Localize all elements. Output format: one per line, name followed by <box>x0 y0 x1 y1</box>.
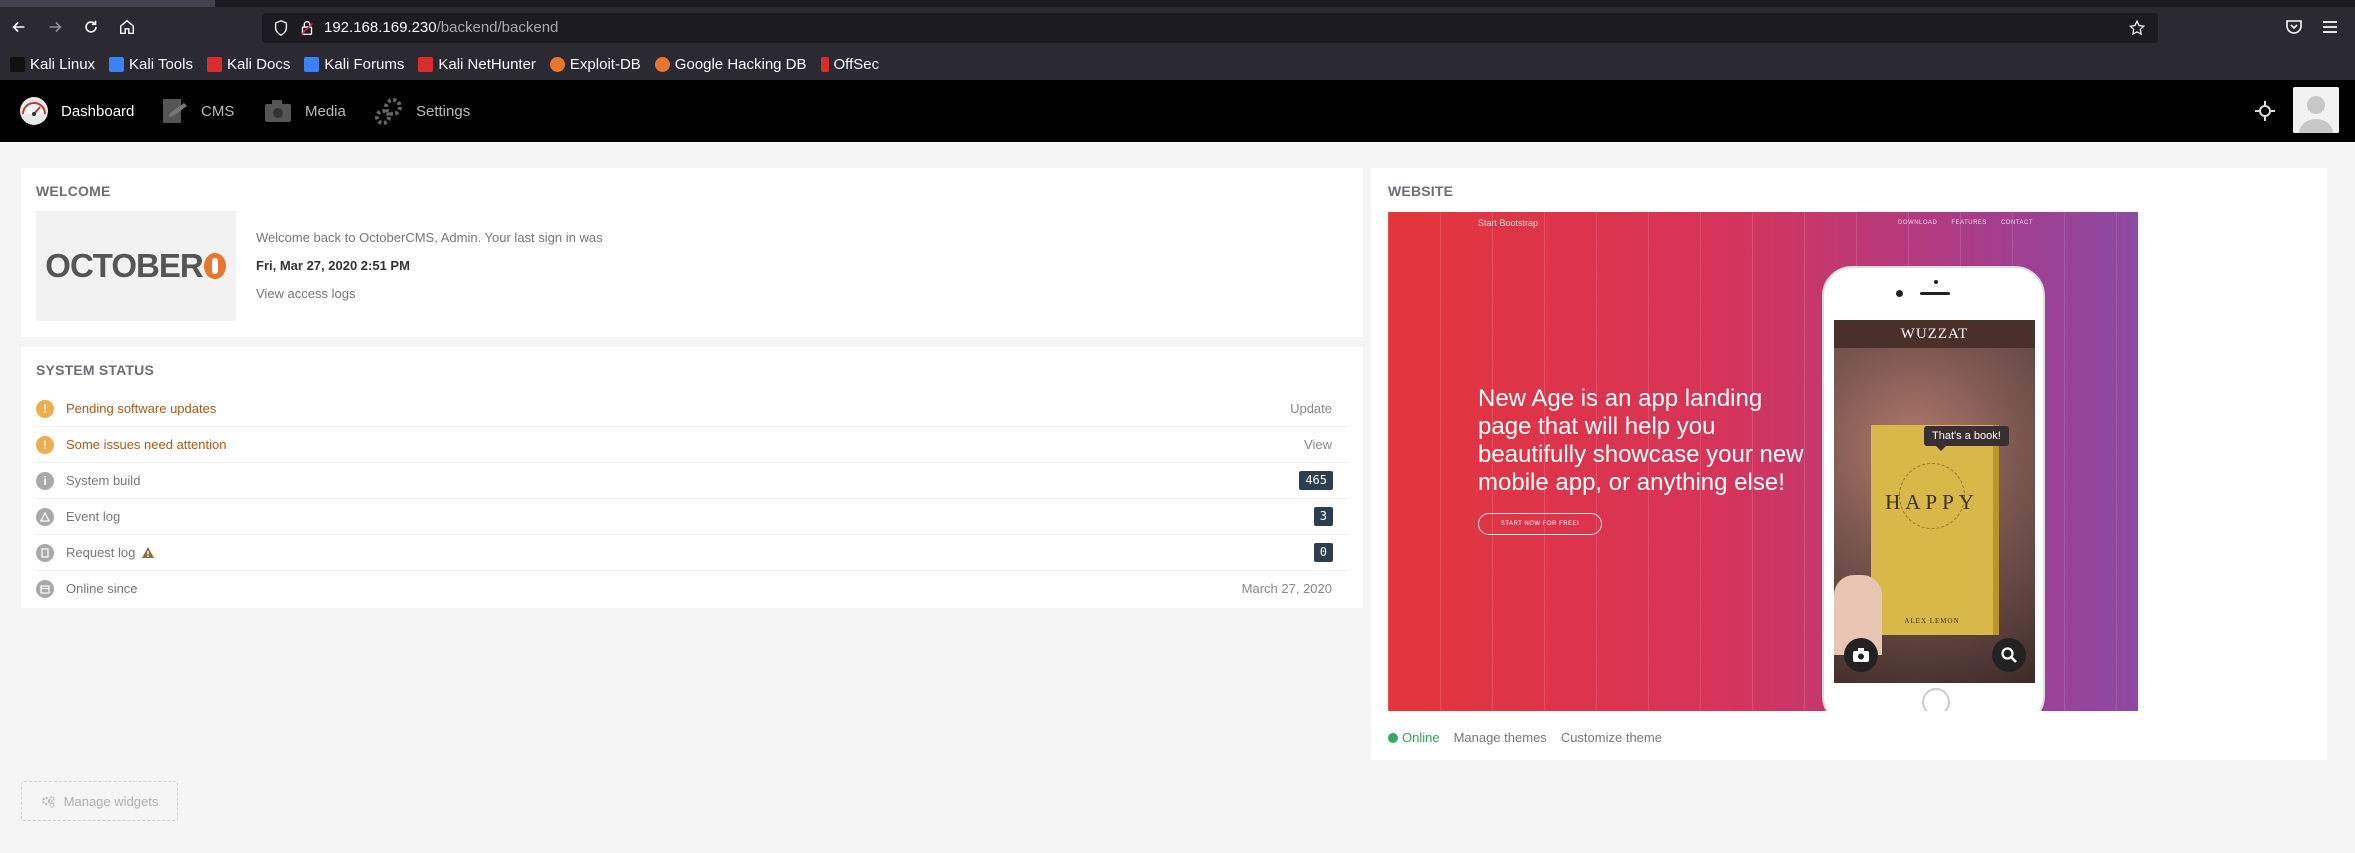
user-silhouette-icon <box>2293 87 2339 133</box>
welcome-message: Welcome back to OctoberCMS, Admin. Your … <box>256 230 603 245</box>
offsec-icon <box>820 56 829 72</box>
website-preview[interactable]: Start Bootstrap DOWNLOAD FEATURES CONTAC… <box>1388 212 2138 711</box>
book-image: HAPPY ALEX LEMON <box>1871 425 1999 635</box>
request-log-icon <box>36 544 54 562</box>
kali-forums-icon <box>304 56 320 72</box>
bookmark-star-icon[interactable] <box>2128 19 2146 37</box>
system-build-badge: 465 <box>1299 471 1333 490</box>
bookmarks-bar: Kali Linux Kali Tools Kali Docs Kali For… <box>0 52 879 76</box>
manage-themes-link[interactable]: Manage themes <box>1454 730 1547 745</box>
website-status-bar: Online Manage themes Customize theme <box>1388 730 1662 745</box>
address-bar[interactable]: 192.168.169.230/backend/backend <box>262 13 2158 43</box>
bookmark-kali-docs[interactable]: Kali Docs <box>206 56 290 73</box>
october-logo: OC TO BER <box>36 211 236 321</box>
october-logo-wordmark: OC TO BER <box>45 247 226 285</box>
warning-triangle-icon <box>142 547 155 558</box>
phone-camera <box>1896 290 1903 297</box>
cogs-icon <box>41 795 55 808</box>
kali-tools-icon <box>109 56 125 72</box>
phone-screen: WUZZAT HAPPY ALEX LEMON That's a book! <box>1834 320 2035 683</box>
warning-circle-icon: ! <box>36 400 54 418</box>
kali-docs-icon <box>206 56 222 72</box>
app-title-bar: WUZZAT <box>1834 320 2035 348</box>
nav-media[interactable]: Media <box>261 80 346 142</box>
bookmark-exploit-db[interactable]: Exploit-DB <box>549 56 641 73</box>
bookmark-offsec[interactable]: OffSec <box>820 56 879 73</box>
manage-widgets-button[interactable]: Manage widgets <box>21 781 178 821</box>
system-status-title: SYSTEM STATUS <box>36 362 154 378</box>
nav-dashboard[interactable]: Dashboard <box>17 80 134 142</box>
welcome-title: WELCOME <box>36 183 111 199</box>
bookmark-kali-nethunter[interactable]: Kali NetHunter <box>418 56 536 73</box>
nethunter-icon <box>418 56 434 72</box>
tab-strip <box>0 0 2355 7</box>
reload-icon[interactable] <box>80 16 102 38</box>
event-log-badge: 3 <box>1313 507 1333 526</box>
phone-home-button <box>1922 688 1950 711</box>
dashboard-gauge-icon <box>17 94 51 128</box>
camera-icon <box>1844 638 1878 672</box>
nav-cms[interactable]: CMS <box>157 80 234 142</box>
browser-toolbar: 192.168.169.230/backend/backend Kali Lin… <box>0 0 2355 80</box>
last-signin-date: Fri, Mar 27, 2020 2:51 PM <box>256 258 410 273</box>
phone-mockup: WUZZAT HAPPY ALEX LEMON That's a book! <box>1822 266 2045 711</box>
status-row-issues[interactable]: ! Some issues need attention View <box>36 427 1348 463</box>
info-circle-icon: i <box>36 472 54 490</box>
update-link[interactable]: Update <box>1290 401 1332 416</box>
event-log-icon <box>36 508 54 526</box>
online-dot-icon <box>1388 732 1398 743</box>
view-link[interactable]: View <box>1304 437 1332 452</box>
online-since-date: March 27, 2020 <box>1241 581 1332 596</box>
magnifier-icon <box>1992 638 2026 672</box>
preview-brand: Start Bootstrap <box>1478 218 1539 228</box>
url-text[interactable]: 192.168.169.230/backend/backend <box>324 19 558 37</box>
ghdb-icon <box>654 56 670 72</box>
user-avatar[interactable] <box>2293 87 2339 133</box>
insecure-lock-icon[interactable] <box>298 19 316 37</box>
customize-theme-link[interactable]: Customize theme <box>1561 730 1662 745</box>
settings-gears-icon <box>372 94 406 128</box>
website-title: WEBSITE <box>1388 183 1454 199</box>
status-row-pending-updates[interactable]: ! Pending software updates Update <box>36 391 1348 427</box>
media-camera-icon <box>261 94 295 128</box>
pocket-icon[interactable] <box>2284 17 2304 37</box>
preview-cta-button: START NOW FOR FREE! <box>1478 513 1602 535</box>
home-icon[interactable] <box>116 16 138 38</box>
status-row-online-since: Online since March 27, 2020 <box>36 571 1348 607</box>
bookmark-kali-tools[interactable]: Kali Tools <box>109 56 193 73</box>
preview-nav-links: DOWNLOAD FEATURES CONTACT <box>1898 220 2033 226</box>
calendar-icon <box>36 580 54 598</box>
cms-icon <box>157 94 191 128</box>
warning-circle-icon: ! <box>36 436 54 454</box>
exploit-db-icon <box>549 56 565 72</box>
bookmark-kali-forums[interactable]: Kali Forums <box>304 56 404 73</box>
hamburger-menu-icon[interactable] <box>2320 17 2340 37</box>
preview-headline: New Age is an app landing page that will… <box>1478 385 1804 496</box>
status-row-system-build: i System build 465 <box>36 463 1348 499</box>
active-tab[interactable] <box>0 0 215 7</box>
request-log-label: Request log <box>66 545 155 560</box>
request-log-badge: 0 <box>1313 543 1333 562</box>
status-row-request-log[interactable]: Request log 0 <box>36 535 1348 571</box>
bookmark-kali-linux[interactable]: Kali Linux <box>10 56 95 73</box>
kali-dragon-icon <box>10 56 25 72</box>
main-navigation: Dashboard CMS Media Settings <box>0 80 2355 142</box>
forward-icon[interactable] <box>44 16 66 38</box>
back-icon[interactable] <box>8 16 30 38</box>
crosshair-icon[interactable] <box>2254 100 2276 122</box>
bookmark-google-hacking-db[interactable]: Google Hacking DB <box>654 56 807 73</box>
phone-speaker <box>1920 292 1950 295</box>
nav-settings[interactable]: Settings <box>372 80 470 142</box>
view-access-logs-link[interactable]: View access logs <box>256 286 355 301</box>
status-row-event-log[interactable]: Event log 3 <box>36 499 1348 535</box>
tracking-shield-icon[interactable] <box>272 19 290 37</box>
online-status: Online <box>1388 730 1440 745</box>
october-leaf-icon <box>203 253 226 279</box>
speech-bubble: That's a book! <box>1924 426 2009 451</box>
